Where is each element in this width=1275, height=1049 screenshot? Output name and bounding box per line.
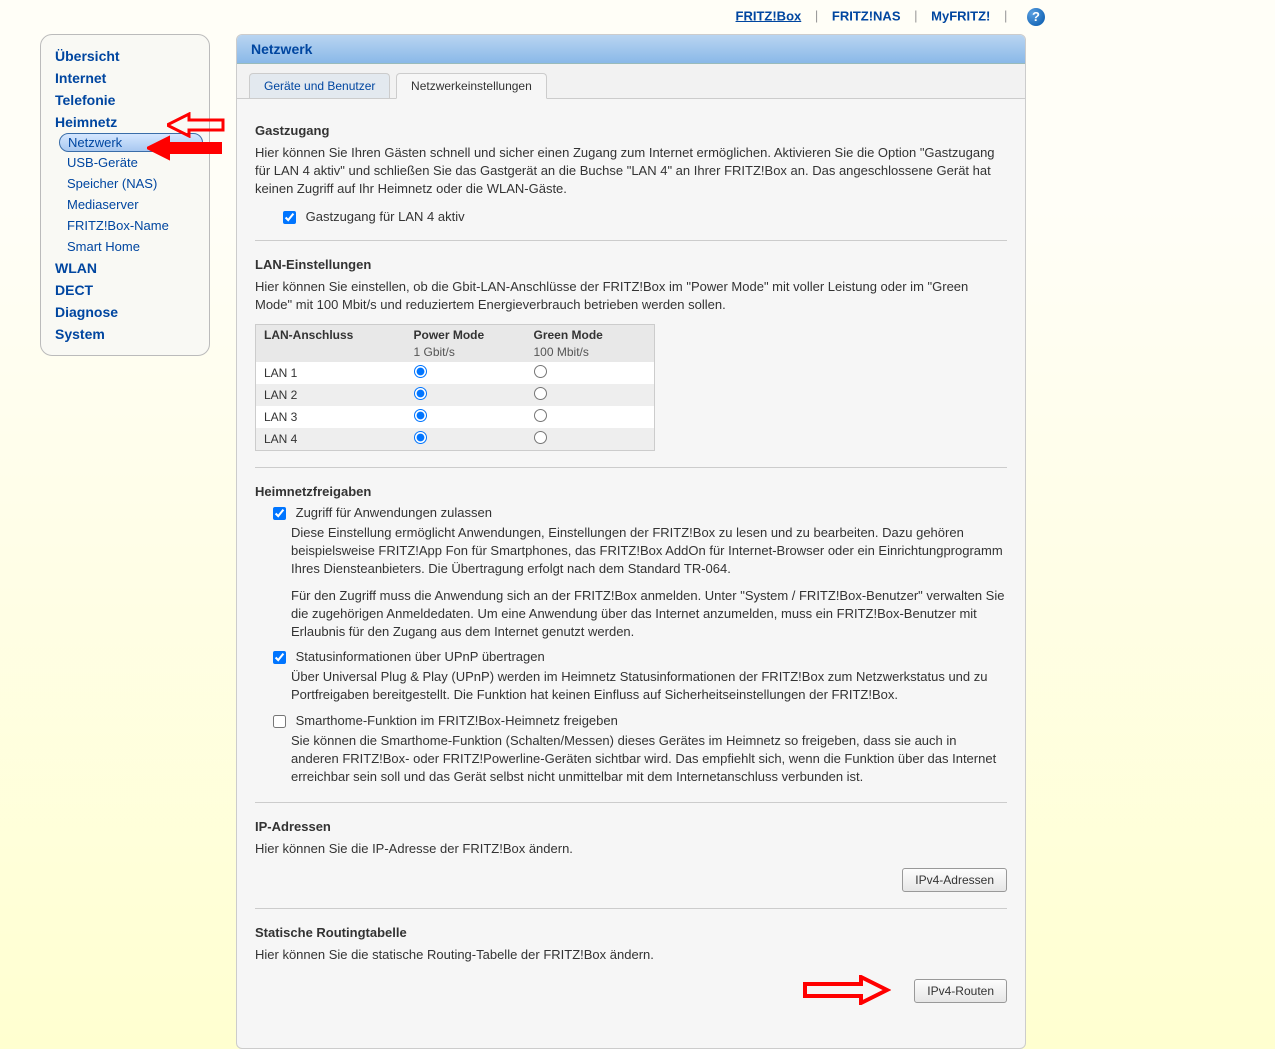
sidebar-item-uebersicht[interactable]: Übersicht bbox=[41, 45, 209, 67]
radio-lan1-power[interactable] bbox=[414, 365, 427, 378]
sidebar-item-label: Smart Home bbox=[67, 239, 140, 254]
sidebar-item-internet[interactable]: Internet bbox=[41, 67, 209, 89]
divider bbox=[255, 802, 1007, 803]
sidebar-item-speicher[interactable]: Speicher (NAS) bbox=[41, 173, 209, 194]
table-row: LAN 2 bbox=[256, 384, 655, 406]
sidebar-item-label: Übersicht bbox=[55, 48, 120, 64]
sidebar-item-wlan[interactable]: WLAN bbox=[41, 257, 209, 279]
sidebar-item-mediaserver[interactable]: Mediaserver bbox=[41, 194, 209, 215]
table-cell: LAN 1 bbox=[256, 362, 406, 384]
sidebar-item-diagnose[interactable]: Diagnose bbox=[41, 301, 209, 323]
section-title-lan: LAN-Einstellungen bbox=[255, 257, 1007, 272]
divider bbox=[255, 467, 1007, 468]
table-row: LAN 3 bbox=[256, 406, 655, 428]
table-cell: LAN 2 bbox=[256, 384, 406, 406]
topnav-sep: | bbox=[914, 8, 917, 23]
section-desc: Hier können Sie die IP-Adresse der FRITZ… bbox=[255, 840, 1007, 858]
table-header: Green Mode bbox=[526, 325, 655, 346]
sidebar-item-label: WLAN bbox=[55, 260, 97, 276]
option-description: Sie können die Smarthome-Funktion (Schal… bbox=[291, 732, 1007, 787]
sidebar-item-label: System bbox=[55, 326, 105, 342]
sidebar-item-system[interactable]: System bbox=[41, 323, 209, 345]
sidebar-item-label: Telefonie bbox=[55, 92, 115, 108]
table-row: LAN 1 bbox=[256, 362, 655, 384]
sidebar-item-label: Netzwerk bbox=[68, 135, 122, 150]
option-description: Diese Einstellung ermöglicht Anwendungen… bbox=[291, 524, 1007, 579]
annotation-arrow-icon bbox=[801, 975, 891, 1008]
sidebar-item-label: Heimnetz bbox=[55, 114, 117, 130]
sidebar: Übersicht Internet Telefonie Heimnetz Ne… bbox=[40, 34, 210, 356]
sidebar-item-telefonie[interactable]: Telefonie bbox=[41, 89, 209, 111]
checkbox-smarthome-freigeben[interactable] bbox=[273, 715, 286, 728]
sidebar-item-label: USB-Geräte bbox=[67, 155, 138, 170]
section-desc: Hier können Sie die statische Routing-Ta… bbox=[255, 946, 1007, 964]
radio-lan3-green[interactable] bbox=[534, 409, 547, 422]
sidebar-item-fritzboxname[interactable]: FRITZ!Box-Name bbox=[41, 215, 209, 236]
table-subheader: 100 Mbit/s bbox=[526, 345, 655, 362]
option-description: Über Universal Plug & Play (UPnP) werden… bbox=[291, 668, 1007, 704]
sidebar-item-label: Mediaserver bbox=[67, 197, 139, 212]
section-title-gastzugang: Gastzugang bbox=[255, 123, 1007, 138]
sidebar-item-heimnetz[interactable]: Heimnetz bbox=[41, 111, 209, 133]
checkbox-zugriff-anwendungen[interactable] bbox=[273, 507, 286, 520]
topnav-myfritz[interactable]: MyFRITZ! bbox=[931, 8, 990, 23]
topnav-fritznas[interactable]: FRITZ!NAS bbox=[832, 8, 901, 23]
topnav-fritzbox[interactable]: FRITZ!Box bbox=[736, 8, 802, 23]
radio-lan2-power[interactable] bbox=[414, 387, 427, 400]
radio-lan4-power[interactable] bbox=[414, 431, 427, 444]
ipv4-routen-button[interactable]: IPv4-Routen bbox=[914, 979, 1007, 1003]
tab-netzwerkeinstellungen[interactable]: Netzwerkeinstellungen bbox=[396, 73, 547, 99]
sidebar-item-label: Internet bbox=[55, 70, 106, 86]
tabs: Geräte und Benutzer Netzwerkeinstellunge… bbox=[237, 64, 1025, 99]
lan-table: LAN-Anschluss Power Mode Green Mode 1 Gb… bbox=[255, 324, 655, 451]
table-row: LAN 4 bbox=[256, 428, 655, 451]
sidebar-item-label: Speicher (NAS) bbox=[67, 176, 157, 191]
radio-lan4-green[interactable] bbox=[534, 431, 547, 444]
checkbox-label: Smarthome-Funktion im FRITZ!Box-Heimnetz… bbox=[296, 713, 618, 728]
ipv4-adressen-button[interactable]: IPv4-Adressen bbox=[902, 868, 1007, 892]
panel-title: Netzwerk bbox=[237, 35, 1025, 64]
checkbox-label: Statusinformationen über UPnP übertragen bbox=[296, 649, 545, 664]
table-cell: LAN 4 bbox=[256, 428, 406, 451]
option-description: Für den Zugriff muss die Anwendung sich … bbox=[291, 587, 1007, 642]
sidebar-item-netzwerk[interactable]: Netzwerk bbox=[59, 133, 203, 152]
section-title-ip: IP-Adressen bbox=[255, 819, 1007, 834]
table-header: Power Mode bbox=[406, 325, 526, 346]
radio-lan3-power[interactable] bbox=[414, 409, 427, 422]
table-subheader: 1 Gbit/s bbox=[406, 345, 526, 362]
radio-lan1-green[interactable] bbox=[534, 365, 547, 378]
section-desc: Hier können Sie einstellen, ob die Gbit-… bbox=[255, 278, 1007, 314]
help-icon[interactable]: ? bbox=[1027, 8, 1045, 26]
divider bbox=[255, 240, 1007, 241]
checkbox-label: Gastzugang für LAN 4 aktiv bbox=[306, 209, 465, 224]
checkbox-upnp-status[interactable] bbox=[273, 651, 286, 664]
checkbox-label: Zugriff für Anwendungen zulassen bbox=[296, 505, 492, 520]
tab-geraete-benutzer[interactable]: Geräte und Benutzer bbox=[249, 73, 390, 98]
sidebar-item-usb[interactable]: USB-Geräte bbox=[41, 152, 209, 173]
content-panel: Netzwerk Geräte und Benutzer Netzwerkein… bbox=[236, 34, 1026, 1049]
table-cell: LAN 3 bbox=[256, 406, 406, 428]
section-title-heimnetzfreigaben: Heimnetzfreigaben bbox=[255, 484, 1007, 499]
sidebar-item-label: FRITZ!Box-Name bbox=[67, 218, 169, 233]
table-header: LAN-Anschluss bbox=[256, 325, 406, 346]
checkbox-gastzugang-lan4[interactable] bbox=[283, 211, 296, 224]
topnav-sep: | bbox=[1004, 8, 1007, 23]
topnav-sep: | bbox=[815, 8, 818, 23]
sidebar-item-label: Diagnose bbox=[55, 304, 118, 320]
radio-lan2-green[interactable] bbox=[534, 387, 547, 400]
sidebar-item-dect[interactable]: DECT bbox=[41, 279, 209, 301]
sidebar-item-label: DECT bbox=[55, 282, 93, 298]
section-desc: Hier können Sie Ihren Gästen schnell und… bbox=[255, 144, 1007, 199]
top-nav: FRITZ!Box | FRITZ!NAS | MyFRITZ! | ? bbox=[0, 0, 1275, 34]
divider bbox=[255, 908, 1007, 909]
sidebar-item-smarthome[interactable]: Smart Home bbox=[41, 236, 209, 257]
